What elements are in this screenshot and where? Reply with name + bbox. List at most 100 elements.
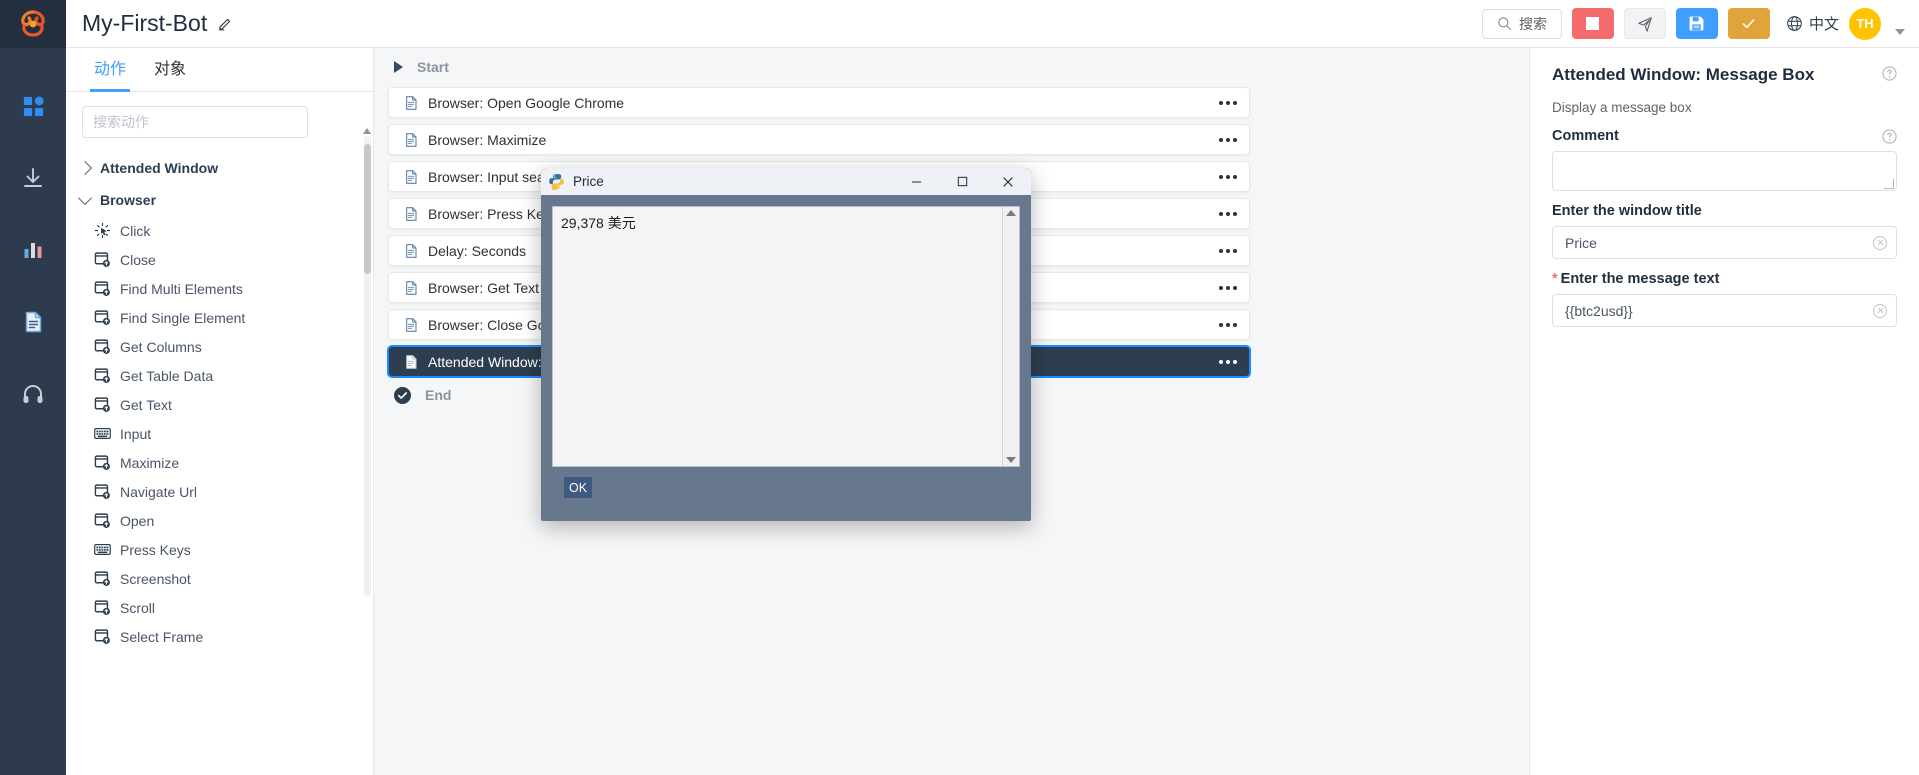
pencil-icon[interactable] [217,15,234,32]
rail-item-document[interactable] [0,286,66,358]
step-more-button[interactable] [1219,236,1237,265]
rail-item-support[interactable] [0,358,66,430]
step-document-icon [406,243,417,258]
browser-icon [94,368,110,383]
action-item-click[interactable]: Click [66,216,373,245]
action-item-close[interactable]: Close [66,245,373,274]
action-label: Select Frame [120,628,204,645]
dialog-scrollbar[interactable] [1002,207,1019,466]
resize-handle-icon[interactable] [1884,179,1894,190]
click-icon [94,222,111,239]
message-text-input[interactable]: {{btc2usd}} [1552,294,1897,328]
avatar[interactable]: TH [1849,7,1881,40]
comment-textarea[interactable] [1552,151,1897,192]
action-item-input[interactable]: Input [66,419,373,448]
action-item-select-frame[interactable]: Select Frame [66,622,373,651]
maximize-button[interactable] [939,168,985,195]
chevron-down-icon[interactable] [1895,28,1905,35]
action-item-get-table-data[interactable]: Get Table Data [66,361,373,390]
tab-actions[interactable]: 动作 [80,48,140,92]
step-document-icon [406,206,417,221]
search-action-input[interactable] [82,106,308,138]
search-icon [1498,17,1511,30]
left-rail [0,0,66,775]
action-tree: Attended Window Browser Click Close Find… [66,146,373,775]
action-item-get-columns[interactable]: Get Columns [66,332,373,361]
step-more-button[interactable] [1219,347,1237,376]
analytics-icon [24,243,42,258]
keyboard-icon [94,543,111,556]
action-item-maximize[interactable]: Maximize [66,448,373,477]
group-browser[interactable]: Browser [66,184,373,216]
language-selector[interactable]: 中文 [1786,13,1839,34]
action-item-navigate-url[interactable]: Navigate Url [66,477,373,506]
message-box-dialog[interactable]: Price 29,378 美元 OK [541,168,1031,521]
group-label: Attended Window [100,160,219,176]
header-actions: 搜索 中文 TH [1481,7,1919,40]
minimize-button[interactable] [893,168,939,195]
action-item-open[interactable]: Open [66,506,373,535]
step-more-button[interactable] [1219,310,1237,339]
node-start[interactable]: Start [384,55,1529,79]
search-button[interactable]: 搜索 [1481,8,1562,39]
search-button-label: 搜索 [1518,15,1547,32]
window-title-input[interactable]: Price [1552,226,1897,260]
action-item-find-multi-elements[interactable]: Find Multi Elements [66,274,373,303]
clear-icon[interactable] [1873,303,1887,318]
close-icon [1003,176,1013,187]
browser-icon [94,571,110,586]
action-item-press-keys[interactable]: Press Keys [66,535,373,564]
save-button[interactable] [1675,8,1718,39]
help-icon[interactable] [1882,66,1897,81]
action-item-scroll[interactable]: Scroll [66,593,373,622]
step-more-button[interactable] [1219,273,1237,302]
run-button[interactable] [1623,8,1666,39]
flow-step[interactable]: Browser: Open Google Chrome [388,87,1250,118]
app-header: My-First-Bot 搜索 中文 TH [66,0,1919,48]
action-item-screenshot[interactable]: Screenshot [66,564,373,593]
browser-icon [94,484,110,499]
action-item-get-text[interactable]: Get Text [66,390,373,419]
group-attended-window[interactable]: Attended Window [66,152,373,184]
rail-item-dashboard[interactable] [0,70,66,142]
step-label: Browser: Maximize [428,131,547,148]
step-more-button[interactable] [1219,125,1237,154]
clear-icon[interactable] [1873,235,1887,250]
step-more-button[interactable] [1219,199,1237,228]
browser-icon [94,455,110,470]
dialog-text-area[interactable]: 29,378 美元 [552,206,1020,467]
step-document-icon [406,317,417,332]
action-item-find-single-element[interactable]: Find Single Element [66,303,373,332]
step-more-button[interactable] [1219,88,1237,117]
action-label: Navigate Url [120,483,198,500]
scroll-up-arrow-icon[interactable] [1006,210,1016,216]
help-icon[interactable] [1882,129,1897,144]
step-more-button[interactable] [1219,162,1237,191]
ok-button[interactable]: OK [564,477,592,498]
rail-item-analytics[interactable] [0,214,66,286]
tab-objects[interactable]: 对象 [140,48,200,92]
flow-step[interactable]: Browser: Maximize [388,124,1250,155]
support-icon [23,385,43,403]
step-document-icon [406,169,417,184]
stop-icon [1586,17,1600,30]
scrollbar-thumb[interactable] [364,144,371,274]
confirm-button[interactable] [1727,8,1770,39]
action-label: Find Multi Elements [120,280,243,297]
action-label: Maximize [120,454,180,471]
field-window-title: Enter the window title Price [1552,203,1897,260]
dialog-titlebar[interactable]: Price [541,168,1031,195]
scroll-down-arrow-icon[interactable] [1006,457,1016,463]
actions-panel-scrollbar[interactable] [363,128,371,596]
action-label: Input [120,425,152,442]
app-root: 动作 对象 Attended Window Browser Click [0,0,1919,775]
save-icon [1690,16,1704,31]
field-comment: Comment [1552,127,1897,192]
language-label: 中文 [1808,16,1839,33]
browser-icon [94,397,110,412]
start-label: Start [417,59,449,75]
stop-button[interactable] [1571,8,1614,39]
scroll-up-arrow-icon[interactable] [363,128,371,134]
rail-item-download[interactable] [0,142,66,214]
close-button[interactable] [985,168,1031,195]
